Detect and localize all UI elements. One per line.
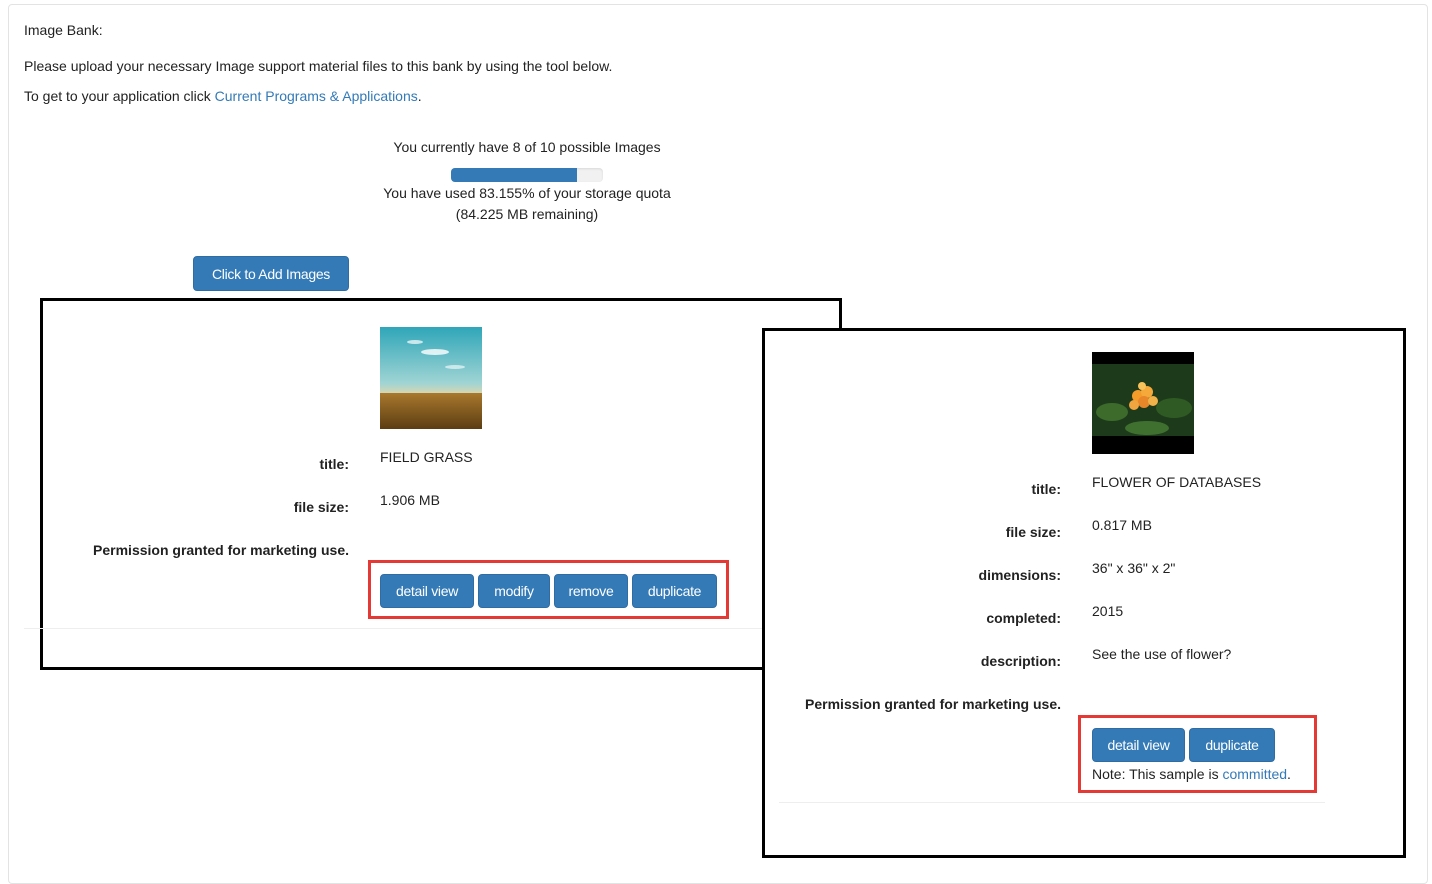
- storage-progress-bar: [451, 168, 603, 182]
- card2-completed-value: 2015: [1092, 603, 1124, 619]
- application-line: To get to your application click Current…: [24, 88, 422, 104]
- card2-dimensions-label: dimensions:: [978, 567, 1061, 583]
- application-prefix: To get to your application click: [24, 88, 215, 104]
- card1-separator: [24, 628, 762, 629]
- storage-used-text: You have used 83.155% of your storage qu…: [383, 185, 671, 201]
- card2-separator: [779, 802, 1325, 803]
- card2-filesize-label: file size:: [1005, 524, 1061, 540]
- card2-title-value: FLOWER OF DATABASES: [1092, 474, 1262, 490]
- card2-dimensions-value: 36" x 36" x 2": [1092, 560, 1176, 576]
- current-programs-link[interactable]: Current Programs & Applications: [215, 88, 418, 104]
- page-title: Image Bank:: [24, 22, 103, 38]
- application-suffix: .: [417, 88, 422, 104]
- card1-filesize-value: 1.906 MB: [380, 492, 440, 508]
- card1-actions-highlight: [368, 560, 729, 619]
- field-grass-thumbnail[interactable]: [380, 327, 482, 429]
- image-count-text: You currently have 8 of 10 possible Imag…: [393, 139, 661, 155]
- flower-image-icon: [1092, 352, 1194, 454]
- card2-filesize-value: 0.817 MB: [1092, 517, 1152, 533]
- card2-title-label: title:: [1031, 481, 1061, 497]
- add-images-button[interactable]: Click to Add Images: [193, 256, 349, 291]
- instructions-text: Please upload your necessary Image suppo…: [24, 58, 613, 74]
- card1-permission-label: Permission granted for marketing use.: [93, 542, 349, 558]
- card1-title-label: title:: [319, 456, 349, 472]
- card2-description-label: description:: [980, 653, 1061, 669]
- card2-completed-label: completed:: [986, 610, 1061, 626]
- card2-actions-highlight: [1078, 715, 1317, 793]
- card2-permission-label: Permission granted for marketing use.: [805, 696, 1061, 712]
- field-grass-image-icon: [380, 327, 482, 429]
- storage-remaining-text: (84.225 MB remaining): [455, 206, 599, 222]
- card2-description-value: See the use of flower?: [1092, 646, 1232, 662]
- card1-title-value: FIELD GRASS: [380, 449, 473, 465]
- storage-progress-fill: [451, 168, 578, 182]
- flower-thumbnail[interactable]: [1092, 352, 1194, 454]
- card1-filesize-label: file size:: [293, 499, 349, 515]
